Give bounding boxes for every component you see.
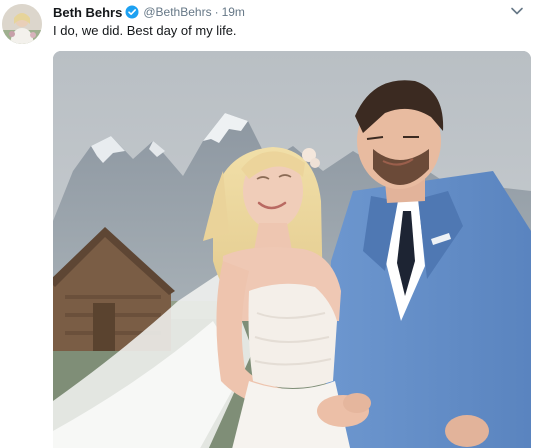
avatar[interactable] (2, 4, 42, 44)
separator-dot: · (214, 5, 219, 19)
tweet-card[interactable]: Beth Behrs @BethBehrs · 19m I do, we did… (0, 0, 534, 448)
user-handle[interactable]: @BethBehrs (143, 5, 211, 19)
tweet-header: Beth Behrs @BethBehrs · 19m (53, 3, 245, 21)
timestamp[interactable]: 19m (222, 5, 245, 19)
wedding-photo (53, 51, 531, 448)
chevron-down-icon[interactable] (510, 6, 524, 16)
tweet-text: I do, we did. Best day of my life. (53, 23, 237, 38)
display-name[interactable]: Beth Behrs (53, 5, 122, 20)
verified-icon (125, 5, 139, 19)
tweet-media[interactable] (53, 51, 531, 448)
profile-photo (2, 4, 42, 44)
